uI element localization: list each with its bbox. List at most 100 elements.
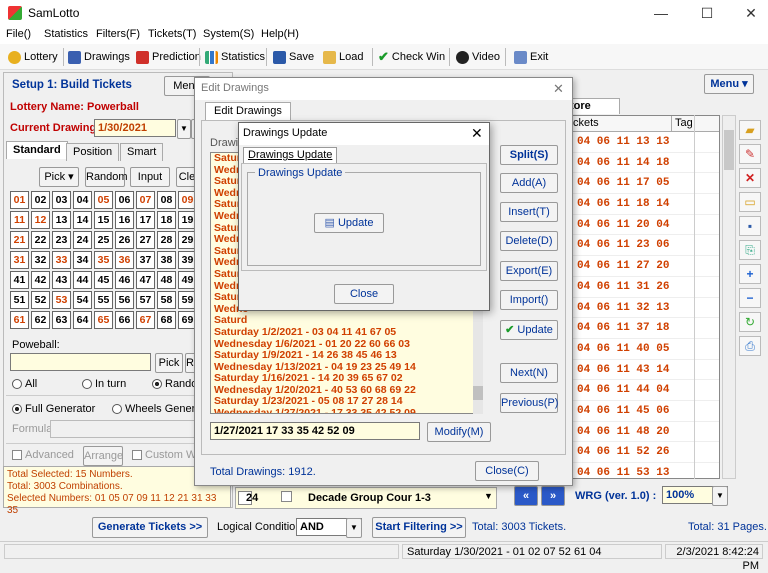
- ticket-row[interactable]: 04 06 11 31 26: [571, 277, 719, 298]
- number-cell[interactable]: 27: [136, 231, 155, 249]
- random-button[interactable]: Random: [85, 167, 128, 187]
- powerball-pick-button[interactable]: Pick: [155, 353, 183, 373]
- ticket-row[interactable]: 04 06 11 44 04: [571, 380, 719, 401]
- ticket-row[interactable]: 04 06 11 37 18: [571, 318, 719, 339]
- plus-icon[interactable]: +: [739, 264, 761, 284]
- ticket-row[interactable]: 04 06 11 53 13: [571, 463, 719, 478]
- number-cell[interactable]: 56: [115, 291, 134, 309]
- number-cell[interactable]: 68: [157, 311, 176, 329]
- export-button[interactable]: Export(E): [500, 261, 558, 281]
- number-cell[interactable]: 07: [136, 191, 155, 209]
- pencil-icon[interactable]: ✎: [739, 144, 761, 164]
- number-cell[interactable]: 28: [157, 231, 176, 249]
- current-drawing-select[interactable]: 1/30/2021: [94, 119, 176, 137]
- current-drawing-dropdown[interactable]: ▼: [177, 119, 191, 139]
- print-icon[interactable]: ⎙: [739, 336, 761, 356]
- ticket-row[interactable]: 04 06 11 13 13: [571, 132, 719, 153]
- number-cell[interactable]: 24: [73, 231, 92, 249]
- number-cell[interactable]: 63: [52, 311, 71, 329]
- ticket-row[interactable]: 04 06 11 27 20: [571, 256, 719, 277]
- number-cell[interactable]: 57: [136, 291, 155, 309]
- number-cell[interactable]: 25: [94, 231, 113, 249]
- drawing-row[interactable]: Saturday 1/9/2021 - 14 26 38 45 46 13: [211, 349, 481, 362]
- filter-dropdown[interactable]: ▼: [484, 491, 493, 501]
- number-cell[interactable]: 38: [157, 251, 176, 269]
- zoom-dropdown[interactable]: ▼: [712, 486, 728, 506]
- logic-dropdown[interactable]: ▼: [346, 518, 362, 538]
- number-cell[interactable]: 16: [115, 211, 134, 229]
- number-cell[interactable]: 15: [94, 211, 113, 229]
- import-button[interactable]: Import(): [500, 290, 558, 310]
- number-cell[interactable]: 47: [136, 271, 155, 289]
- number-cell[interactable]: 06: [115, 191, 134, 209]
- minimize-button[interactable]: —: [646, 4, 676, 22]
- delete-icon[interactable]: ✕: [739, 168, 761, 188]
- number-cell[interactable]: 45: [94, 271, 113, 289]
- number-cell[interactable]: 48: [157, 271, 176, 289]
- radio-in-turn[interactable]: In turn: [82, 378, 126, 390]
- number-cell[interactable]: 08: [157, 191, 176, 209]
- number-cell[interactable]: 61: [10, 311, 29, 329]
- number-cell[interactable]: 17: [136, 211, 155, 229]
- toolbar-exit-button[interactable]: Exit: [514, 48, 548, 66]
- number-cell[interactable]: 55: [94, 291, 113, 309]
- number-cell[interactable]: 51: [10, 291, 29, 309]
- number-cell[interactable]: 11: [10, 211, 29, 229]
- number-cell[interactable]: 46: [115, 271, 134, 289]
- start-filtering-button[interactable]: Start Filtering >>: [372, 517, 466, 538]
- tickets-scrollbar[interactable]: [722, 115, 736, 479]
- tab-drawings-update[interactable]: Drawings Update: [243, 147, 338, 163]
- drawings-update-button[interactable]: ▤ Update: [314, 213, 384, 233]
- number-cell[interactable]: 21: [10, 231, 29, 249]
- number-cell[interactable]: 41: [10, 271, 29, 289]
- number-cell[interactable]: 13: [52, 211, 71, 229]
- ticket-row[interactable]: 04 06 11 23 06: [571, 235, 719, 257]
- number-cell[interactable]: 03: [52, 191, 71, 209]
- drawings-update-close-button[interactable]: Close: [334, 284, 394, 304]
- radio-full-generator[interactable]: Full Generator: [12, 403, 95, 415]
- number-cell[interactable]: 32: [31, 251, 50, 269]
- close-window-button[interactable]: ✕: [736, 4, 766, 22]
- previous-button[interactable]: Previous(P): [500, 393, 558, 413]
- menu-file[interactable]: File(): [6, 28, 31, 40]
- number-cell[interactable]: 37: [136, 251, 155, 269]
- number-cell[interactable]: 05: [94, 191, 113, 209]
- number-cell[interactable]: 23: [52, 231, 71, 249]
- number-cell[interactable]: 14: [73, 211, 92, 229]
- tab-position[interactable]: Position: [66, 143, 120, 161]
- toolbar-load-button[interactable]: Load: [323, 48, 363, 66]
- powerball-input[interactable]: [10, 353, 151, 371]
- number-cell[interactable]: 52: [31, 291, 50, 309]
- save-icon[interactable]: ▪: [739, 216, 761, 236]
- tab-smart[interactable]: Smart: [120, 143, 164, 161]
- number-cell[interactable]: 18: [157, 211, 176, 229]
- menu-filters[interactable]: Filters(F): [96, 28, 140, 40]
- ticket-row[interactable]: 04 06 11 14 18: [571, 153, 719, 174]
- add-button[interactable]: Add(A): [500, 173, 558, 193]
- number-cell[interactable]: 12: [31, 211, 50, 229]
- number-cell[interactable]: 33: [52, 251, 71, 269]
- modify-button[interactable]: Modify(M): [427, 422, 491, 442]
- toolbar-save-button[interactable]: Save: [273, 48, 314, 66]
- generate-tickets-button[interactable]: Generate Tickets >>: [92, 517, 208, 538]
- number-cell[interactable]: 53: [52, 291, 71, 309]
- number-cell[interactable]: 01: [10, 191, 29, 209]
- menu-system[interactable]: System(S): [203, 28, 254, 40]
- close-dialog-button[interactable]: Close(C): [475, 461, 539, 481]
- number-cell[interactable]: 44: [73, 271, 92, 289]
- number-cell[interactable]: 04: [73, 191, 92, 209]
- ticket-row[interactable]: 04 06 11 48 20: [571, 422, 719, 443]
- ticket-row[interactable]: 04 06 11 18 14: [571, 194, 719, 215]
- radio-all[interactable]: All: [12, 378, 37, 390]
- open-icon[interactable]: ▭: [739, 192, 761, 212]
- ticket-row[interactable]: 04 06 11 32 13: [571, 298, 719, 319]
- next-button[interactable]: Next(N): [500, 363, 558, 383]
- maximize-button[interactable]: ☐: [692, 4, 722, 22]
- ticket-row[interactable]: 04 06 11 43 14: [571, 360, 719, 381]
- insert-button[interactable]: Insert(T): [500, 202, 558, 222]
- tab-standard[interactable]: Standard: [6, 141, 68, 159]
- input-button[interactable]: Input: [130, 167, 170, 187]
- dialog-close-icon[interactable]: ✕: [553, 81, 564, 97]
- custom-wheel-checkbox[interactable]: Custom Wh: [132, 449, 202, 461]
- right-menu-button[interactable]: Menu ▾: [704, 74, 754, 94]
